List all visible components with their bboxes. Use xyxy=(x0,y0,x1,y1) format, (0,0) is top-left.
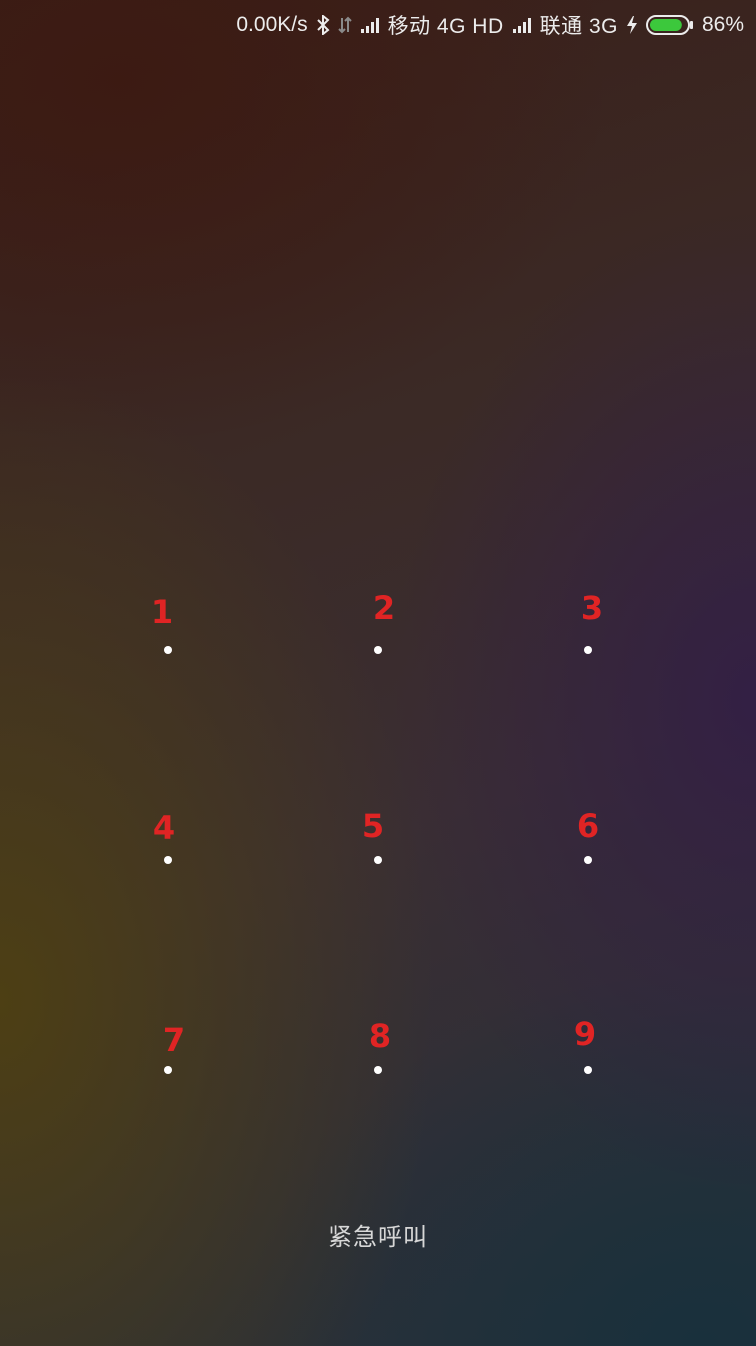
emergency-call-button[interactable]: 紧急呼叫 xyxy=(278,1212,478,1256)
pattern-dot xyxy=(374,646,382,654)
pattern-dot xyxy=(374,1066,382,1074)
pattern-cell-7[interactable]: 7 xyxy=(88,990,248,1150)
pattern-cell-9[interactable]: 9 xyxy=(508,990,668,1150)
pattern-cell-5[interactable]: 5 xyxy=(298,780,458,940)
pattern-number: 4 xyxy=(152,809,176,847)
pattern-cell-1[interactable]: 1 xyxy=(88,570,248,730)
pattern-dot xyxy=(584,1066,592,1074)
pattern-lock-grid[interactable]: 1 2 3 4 5 6 7 8 9 xyxy=(0,0,756,1346)
pattern-number: 6 xyxy=(576,807,600,845)
pattern-cell-8[interactable]: 8 xyxy=(298,990,458,1150)
pattern-number: 7 xyxy=(162,1021,186,1059)
pattern-dot xyxy=(164,1066,172,1074)
pattern-number: 1 xyxy=(150,593,174,631)
pattern-cell-6[interactable]: 6 xyxy=(508,780,668,940)
pattern-number: 9 xyxy=(573,1015,597,1053)
pattern-cell-3[interactable]: 3 xyxy=(508,570,668,730)
pattern-dot xyxy=(374,856,382,864)
pattern-number: 8 xyxy=(368,1017,392,1055)
pattern-number: 3 xyxy=(580,589,604,627)
pattern-number: 2 xyxy=(372,589,396,627)
pattern-dot xyxy=(164,856,172,864)
pattern-number: 5 xyxy=(361,807,385,845)
pattern-dot xyxy=(164,646,172,654)
pattern-dot xyxy=(584,856,592,864)
pattern-dot xyxy=(584,646,592,654)
pattern-cell-2[interactable]: 2 xyxy=(298,570,458,730)
pattern-cell-4[interactable]: 4 xyxy=(88,780,248,940)
